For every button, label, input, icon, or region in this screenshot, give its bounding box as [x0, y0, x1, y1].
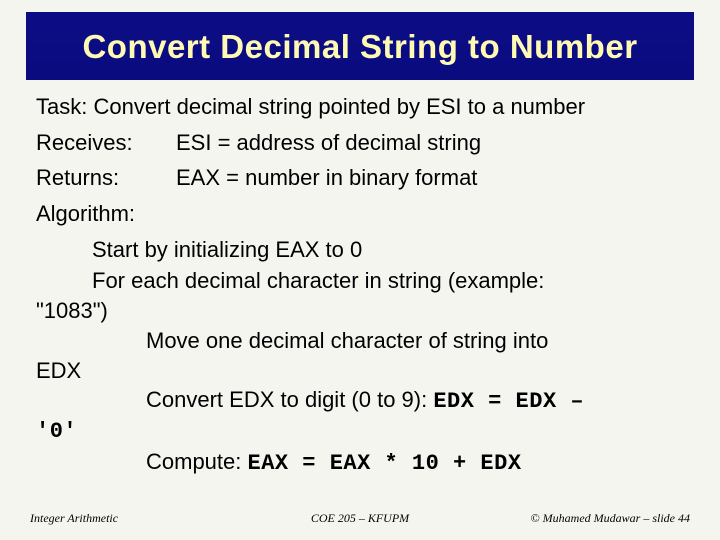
returns-value: EAX = number in binary format	[176, 163, 690, 193]
returns-row: Returns: EAX = number in binary format	[36, 163, 690, 193]
algo-line-3b: EDX	[36, 356, 690, 386]
algo-line-4-code: EDX = EDX –	[433, 389, 584, 414]
receives-value: ESI = address of decimal string	[176, 128, 690, 158]
algorithm-label: Algorithm:	[36, 199, 690, 229]
task-line: Task: Convert decimal string pointed by …	[36, 92, 690, 122]
slide-body: Task: Convert decimal string pointed by …	[36, 92, 690, 516]
title-box: Convert Decimal String to Number	[26, 12, 694, 80]
algo-line-5: Compute: EAX = EAX * 10 + EDX	[36, 447, 690, 479]
algo-line-4: Convert EDX to digit (0 to 9): EDX = EDX…	[36, 385, 690, 417]
algo-line-3a: Move one decimal character of string int…	[36, 326, 690, 356]
algo-line-5-code: EAX = EAX * 10 + EDX	[248, 451, 522, 476]
algo-line-2a: For each decimal character in string (ex…	[36, 266, 690, 296]
algo-line-4b-code: '0'	[36, 417, 690, 447]
returns-label: Returns:	[36, 163, 176, 193]
receives-row: Receives: ESI = address of decimal strin…	[36, 128, 690, 158]
algo-line-1: Start by initializing EAX to 0	[36, 235, 690, 265]
algorithm-body: Start by initializing EAX to 0 For each …	[36, 235, 690, 479]
algo-line-5-text: Compute:	[146, 449, 248, 474]
algo-line-4-text: Convert EDX to digit (0 to 9):	[146, 387, 433, 412]
receives-label: Receives:	[36, 128, 176, 158]
algo-line-2b: "1083")	[36, 296, 690, 326]
footer-right: © Muhamed Mudawar – slide 44	[531, 511, 690, 526]
slide-title: Convert Decimal String to Number	[82, 28, 637, 66]
slide: Convert Decimal String to Number Task: C…	[0, 0, 720, 540]
